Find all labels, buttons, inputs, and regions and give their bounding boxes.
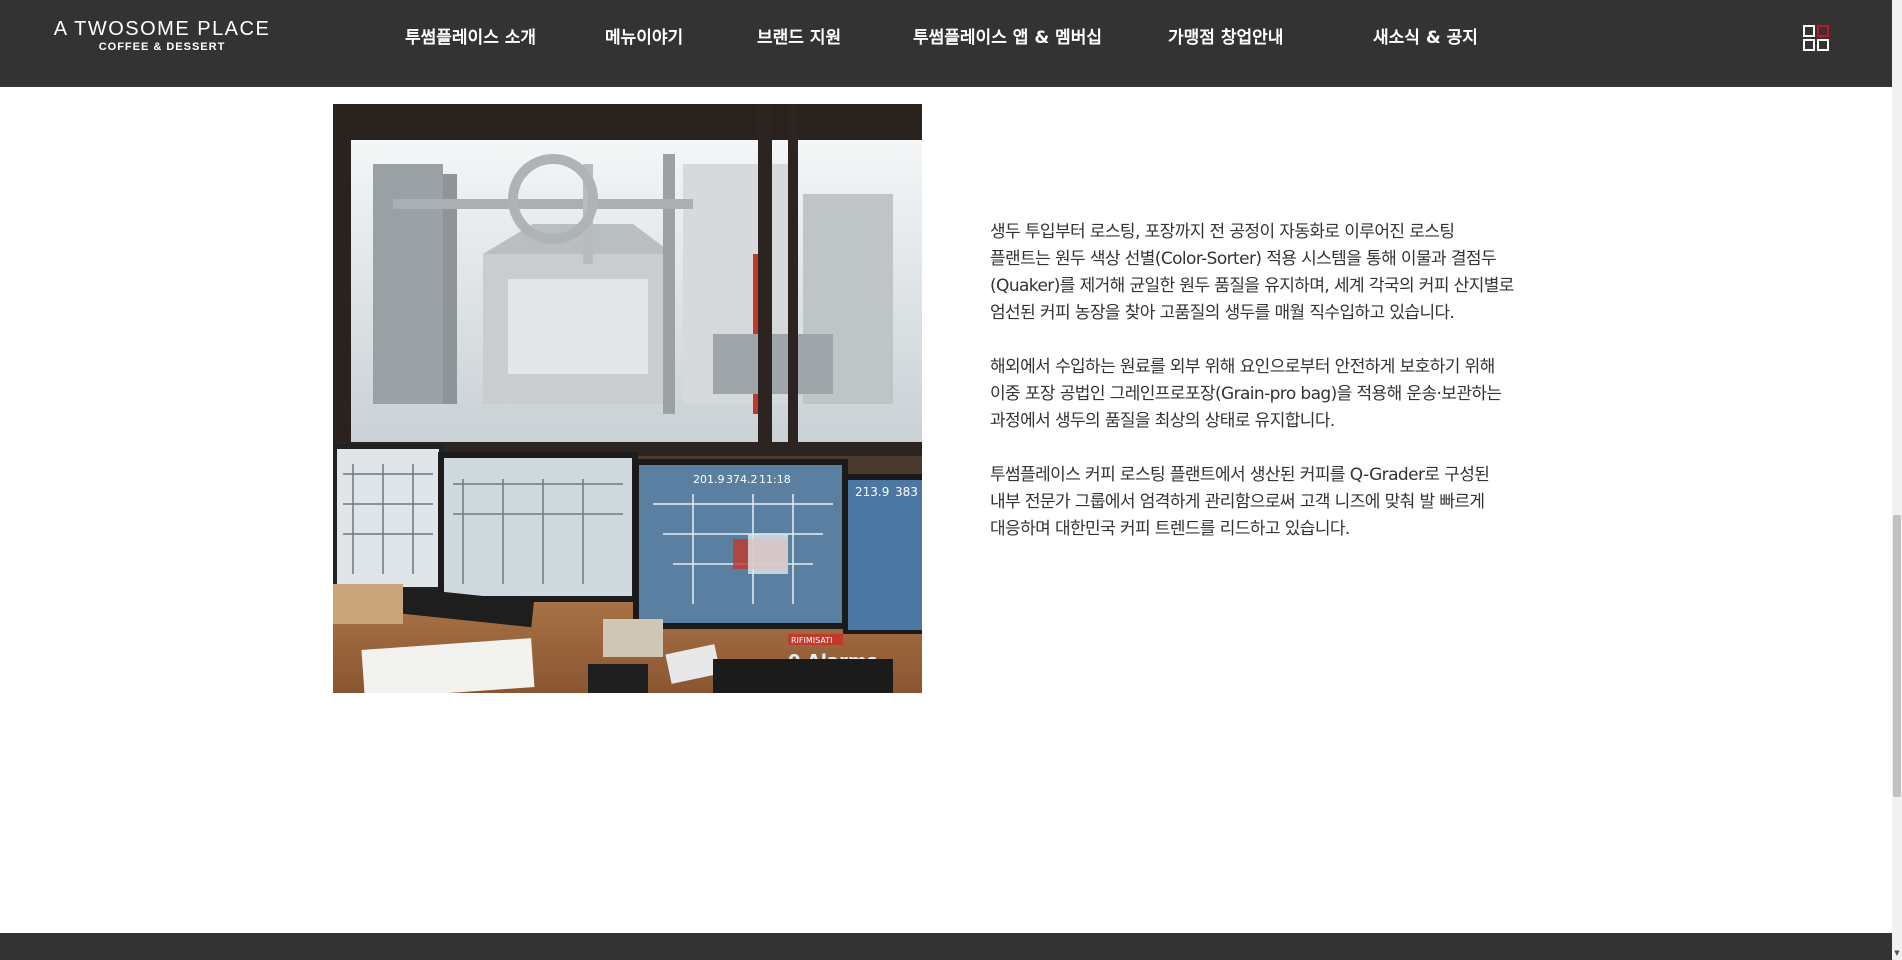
scrollbar-thumb[interactable]	[1893, 515, 1901, 797]
readout-3: 213.9	[855, 485, 889, 499]
roasting-plant-photo: 201.9 374.2 11:18 213.9 383 RIFIMISATI 0…	[333, 104, 922, 693]
nav-item-menu[interactable]: 메뉴이야기	[605, 26, 683, 50]
paragraph-packaging: 해외에서 수입하는 원료를 외부 위해 요인으로부터 안전하게 보호하기 위해 …	[990, 357, 1502, 431]
all-menu-grid-icon[interactable]	[1803, 25, 1829, 51]
paragraph-automation: 생두 투입부터 로스팅, 포장까지 전 공정이 자동화로 이루어진 로스팅 플랜…	[990, 222, 1514, 323]
scroll-down-arrow-icon[interactable]: ▼	[1892, 948, 1902, 958]
paragraph-q-grader: 투썸플레이스 커피 로스팅 플랜트에서 생산된 커피를 Q-Grader로 구성…	[990, 465, 1490, 539]
roasting-description: 생두 투입부터 로스팅, 포장까지 전 공정이 자동화로 이루어진 로스팅 플랜…	[990, 219, 1515, 570]
clock-readout: 11:18	[759, 473, 791, 486]
readout-1: 201.9	[693, 473, 725, 486]
logo-title: A TWOSOME PLACE	[53, 18, 271, 40]
nav-item-news[interactable]: 새소식 & 공지	[1373, 26, 1478, 50]
site-footer	[0, 933, 1892, 960]
site-header: A TWOSOME PLACE COFFEE & DESSERT 투썸플레이스 …	[0, 0, 1892, 87]
logo-subtitle: COFFEE & DESSERT	[98, 41, 226, 53]
brand-logo[interactable]: A TWOSOME PLACE COFFEE & DESSERT	[52, 18, 272, 54]
nav-item-about[interactable]: 투썸플레이스 소개	[405, 26, 536, 50]
page-scrollbar[interactable]: ▼	[1892, 0, 1902, 960]
nav-item-app-membership[interactable]: 투썸플레이스 앱 & 멤버십	[913, 26, 1102, 50]
readout-4: 383	[895, 485, 918, 499]
nav-item-franchise[interactable]: 가맹점 창업안내	[1168, 26, 1283, 50]
readout-2: 374.2	[726, 473, 758, 486]
roasting-plant-illustration: 201.9 374.2 11:18 213.9 383 RIFIMISATI 0…	[333, 104, 922, 693]
nav-item-brand[interactable]: 브랜드 지원	[757, 26, 841, 50]
alarm-tag: RIFIMISATI	[791, 636, 832, 645]
